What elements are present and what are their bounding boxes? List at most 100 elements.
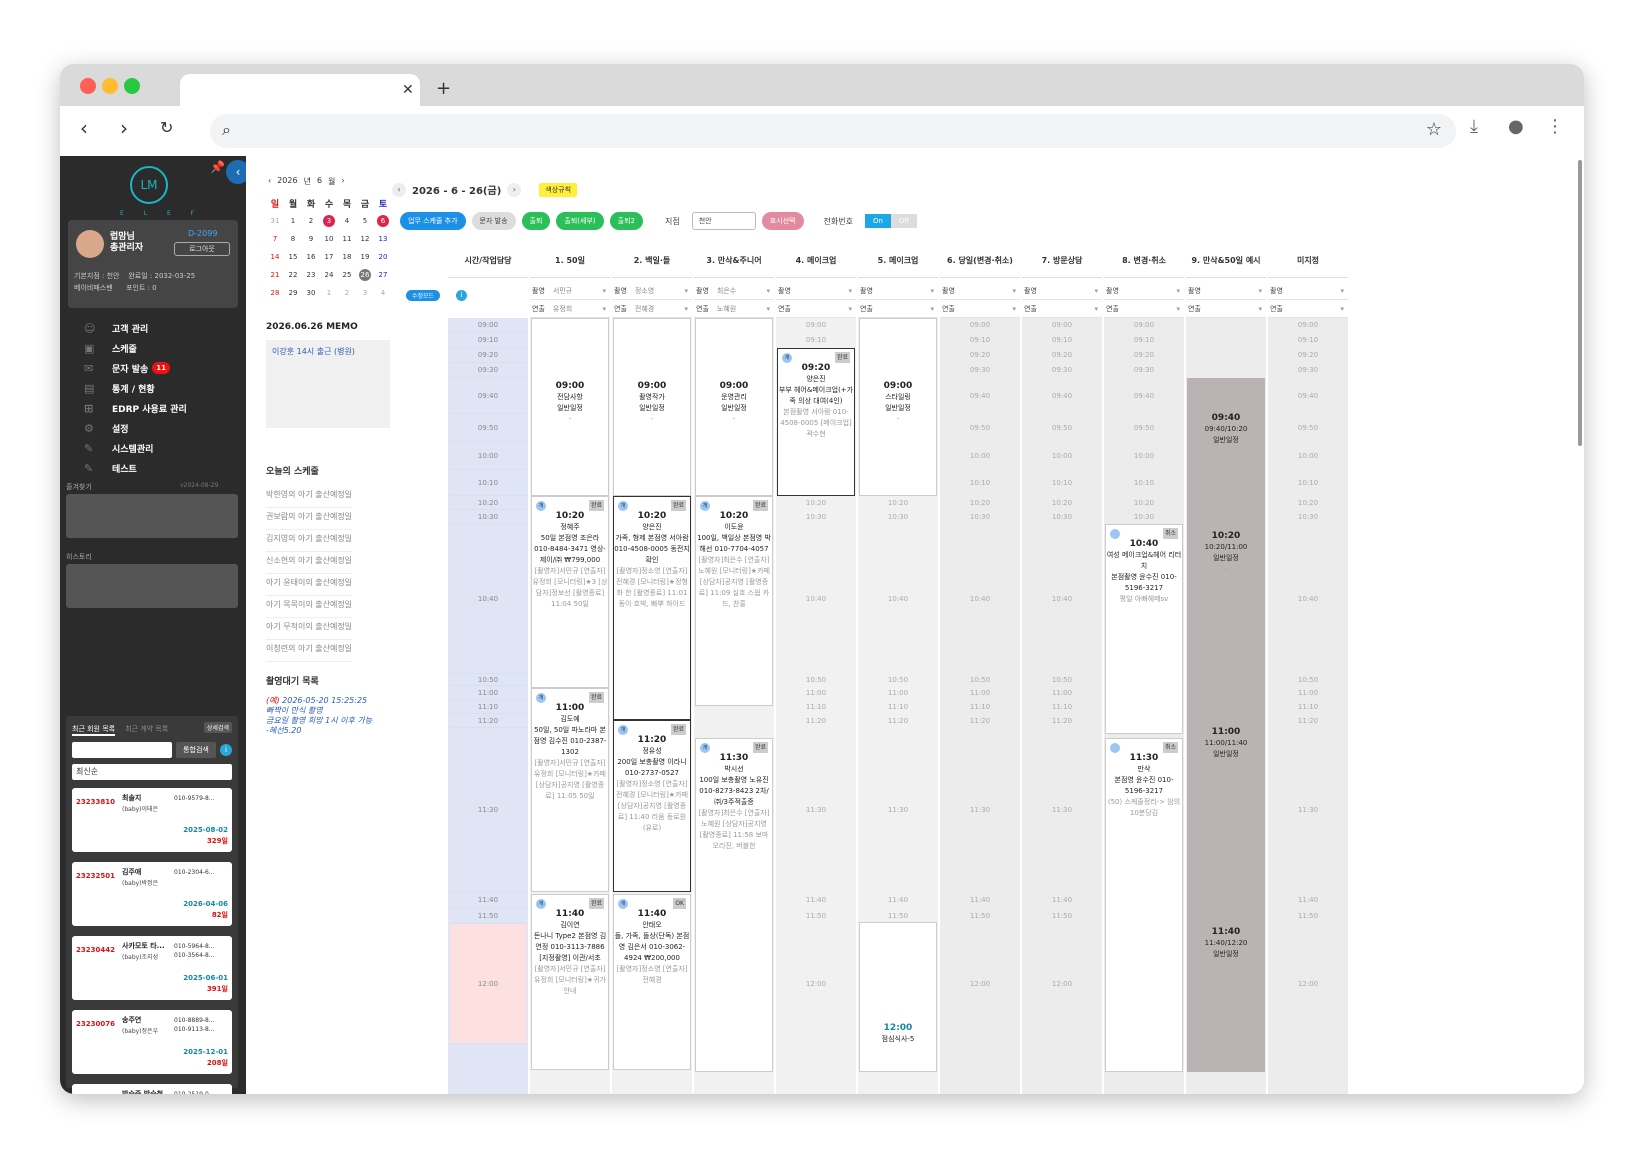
calendar-day[interactable]: 22 — [284, 271, 302, 279]
time-cell[interactable]: 10:00 — [1022, 442, 1102, 470]
calendar-day[interactable]: 4 — [338, 217, 356, 225]
branch-select[interactable]: 천안 — [691, 212, 756, 230]
schedule-card[interactable]: 개 완료 11:40 김이연 돈나니 Type2 본점영 김연정 010-3113-78… — [531, 894, 609, 1070]
time-cell[interactable]: 10:00 — [1268, 442, 1348, 470]
favorites-box[interactable] — [66, 494, 238, 538]
address-bar[interactable]: ⌕ ☆ — [210, 114, 1456, 148]
staff-row-direct[interactable]: 연출 유정희 ▾ — [530, 300, 610, 318]
forward-icon[interactable]: › — [120, 116, 128, 140]
time-cell[interactable]: 10:00 — [940, 442, 1020, 470]
time-cell[interactable]: 09:00 — [940, 318, 1020, 333]
time-cell[interactable]: 10:20 — [776, 496, 856, 510]
time-cell[interactable]: 10:20 — [858, 496, 938, 510]
calendar-day[interactable]: 1 — [320, 289, 338, 297]
menu-item-customers[interactable]: ☺ 고객 관리 — [84, 318, 187, 338]
calendar-day[interactable]: 15 — [284, 253, 302, 261]
calendar-day[interactable]: 3 — [356, 289, 374, 297]
memo-box[interactable]: 이강훈 14시 출근 (병원) — [266, 340, 390, 428]
time-cell[interactable]: 11:20 — [858, 714, 938, 728]
calendar-day[interactable]: 11 — [338, 235, 356, 243]
time-cell[interactable]: 11:00 — [940, 686, 1020, 700]
time-cell[interactable]: 09:40 — [1104, 378, 1184, 414]
time-cell[interactable]: 09:20 — [1268, 348, 1348, 363]
time-cell[interactable]: 10:10 — [1104, 470, 1184, 496]
schedule-card[interactable]: 12:00 점심식사-5 — [859, 922, 937, 1072]
member-search-input[interactable] — [72, 742, 172, 758]
today-schedule-item[interactable]: 이청련의 아기 출산예정일 — [266, 640, 353, 662]
calendar-day[interactable]: 24 — [320, 271, 338, 279]
schedule-card[interactable]: 개 완료 10:20 양은진 가족, 형제 본점영 서아람 010-4508-0005 … — [613, 496, 691, 720]
today-schedule-item[interactable]: 아기 목목이의 출산예정일 — [266, 596, 353, 618]
info-icon[interactable]: i — [220, 744, 232, 756]
tab-recent-members[interactable]: 최근 회원 목록 — [72, 724, 116, 736]
profile-icon[interactable]: ● — [1508, 116, 1524, 137]
display-select-button[interactable]: 표시선택 — [761, 212, 804, 230]
menu-item-sms[interactable]: ✉ 문자 발송 11 — [84, 358, 187, 378]
calendar-day[interactable]: 29 — [284, 289, 302, 297]
staff-row-direct[interactable]: 연출 ▾ — [1268, 300, 1348, 318]
staff-row-direct[interactable]: 연출 전혜경 ▾ — [612, 300, 692, 318]
minimize-window-dot[interactable] — [102, 78, 118, 94]
time-cell[interactable]: 10:40 — [776, 524, 856, 674]
calendar-day[interactable]: 7 — [266, 235, 284, 243]
today-schedule-item[interactable]: 박한영의 아기 출산예정일 — [266, 486, 353, 508]
time-cell[interactable]: 10:10 — [1268, 470, 1348, 496]
time-cell[interactable]: 11:20 — [1022, 714, 1102, 728]
calendar-day[interactable]: 28 — [266, 289, 284, 297]
schedule-card[interactable]: 개 완료 11:30 박시선 100일 보충촬영 노유진 010-8273-8423 2… — [695, 738, 773, 1072]
time-cell[interactable]: 09:30 — [940, 363, 1020, 378]
attendance2-button[interactable]: 출퇴2 — [609, 212, 643, 230]
schedule-card[interactable]: 개 완료 11:20 정유성 200일 보충촬영 이라니 010-2737-0527 [촬… — [613, 720, 691, 892]
customer-card[interactable]: 23230442 사카모토 타... (baby)조지성 010-5964-8... 0… — [72, 936, 232, 1000]
time-cell[interactable]: 12:00 — [1022, 924, 1102, 1044]
time-cell[interactable]: 11:20 — [1268, 714, 1348, 728]
time-cell[interactable]: 10:30 — [1268, 510, 1348, 524]
time-cell[interactable]: 11:40 — [1022, 892, 1102, 908]
staff-row-direct[interactable]: 연출 ▾ — [1104, 300, 1184, 318]
menu-item-test[interactable]: ✎ 테스트 — [84, 458, 187, 478]
time-cell[interactable]: 09:40 — [1268, 378, 1348, 414]
time-cell[interactable]: 09:50 — [1022, 414, 1102, 442]
schedule-card[interactable]: 개 OK 11:40 안태오 돌, 가족, 돌상(단독) 본점영 김은서 010-306… — [613, 894, 691, 1070]
calendar-day[interactable]: 14 — [266, 253, 284, 261]
edit-mode-button[interactable]: 수정모드 — [406, 290, 441, 301]
time-cell[interactable]: 11:30 — [940, 728, 1020, 892]
time-cell[interactable]: 09:30 — [1104, 363, 1184, 378]
download-icon[interactable]: ⤓ — [1470, 116, 1478, 137]
time-cell[interactable]: 09:40 — [1022, 378, 1102, 414]
time-cell[interactable]: 10:40 — [858, 524, 938, 674]
calendar-day[interactable]: 3 — [320, 215, 338, 227]
time-cell[interactable]: 09:20 — [1104, 348, 1184, 363]
tab-recent-contracts[interactable]: 최근 계약 목록 — [125, 724, 168, 736]
time-cell[interactable]: 10:30 — [1022, 510, 1102, 524]
schedule-card[interactable]: 09:00 운영관리 일반일정 - — [695, 318, 773, 496]
today-schedule-item[interactable]: 아기 무적이의 출산예정일 — [266, 618, 353, 640]
schedule-card[interactable]: 개 완료 11:00 김도예 50일, 50일 파노라마 본점영 김수진 010-238… — [531, 688, 609, 892]
calendar-day[interactable]: 26 — [356, 269, 374, 281]
staff-row-shoot[interactable]: 촬영 ▾ — [1268, 282, 1348, 300]
time-cell[interactable]: 10:20 — [1104, 496, 1184, 510]
menu-item-settings[interactable]: ⚙ 설정 — [84, 418, 187, 438]
edit-info-icon[interactable]: i — [456, 290, 467, 301]
menu-item-schedule[interactable]: ▣ 스케줄 — [84, 338, 187, 358]
new-tab-icon[interactable]: + — [436, 78, 451, 99]
schedule-card[interactable]: 09:00 스타일링 일반일정 - — [859, 318, 937, 496]
logout-button[interactable]: 로그아웃 — [174, 242, 230, 256]
time-cell[interactable]: 11:10 — [858, 700, 938, 714]
back-icon[interactable]: ‹ — [80, 116, 88, 140]
calendar-day[interactable]: 2 — [302, 217, 320, 225]
attendance-detail-button[interactable]: 출퇴(세부) — [556, 212, 604, 230]
prev-month-icon[interactable]: ‹ — [268, 176, 271, 187]
pin-icon[interactable]: 📌 — [210, 160, 225, 174]
time-cell[interactable]: 10:20 — [1268, 496, 1348, 510]
tab-close-icon[interactable]: ✕ — [402, 82, 414, 98]
calendar-day[interactable]: 9 — [302, 235, 320, 243]
sort-select[interactable]: 최신순 — [72, 764, 232, 780]
calendar-day[interactable]: 12 — [356, 235, 374, 243]
schedule-card[interactable]: 10:20 10:20/11:00 일반일정 - — [1187, 496, 1265, 692]
time-cell[interactable]: 09:20 — [1022, 348, 1102, 363]
time-cell[interactable]: 11:00 — [776, 686, 856, 700]
staff-row-shoot[interactable]: 촬영 ▾ — [858, 282, 938, 300]
staff-row-direct[interactable]: 연출 노혜원 ▾ — [694, 300, 774, 318]
time-cell[interactable]: 10:50 — [776, 674, 856, 686]
